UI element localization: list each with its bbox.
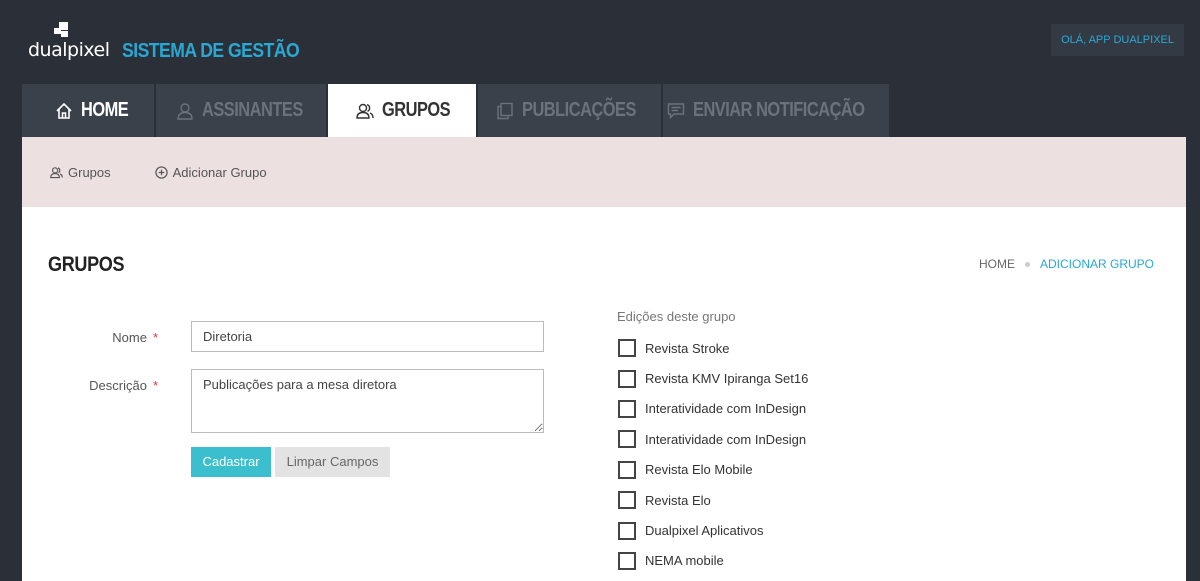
subnav-grupos-label: Grupos — [68, 164, 111, 180]
edition-checkbox[interactable] — [618, 521, 636, 540]
sub-navigation: Grupos Adicionar Grupo — [22, 137, 1186, 207]
logo-text: dualpixel — [28, 39, 110, 61]
user-menu-button[interactable]: OLÁ, APP DUALPIXEL — [1051, 24, 1184, 56]
edition-item[interactable]: Dualpixel Aplicativos — [618, 515, 808, 545]
edition-item[interactable]: NEMA mobile — [618, 546, 808, 576]
edition-checkbox[interactable] — [618, 369, 636, 388]
breadcrumb-separator — [1024, 261, 1030, 267]
breadcrumb: HOME ADICIONAR GRUPO — [979, 257, 1154, 271]
message-icon — [668, 102, 685, 119]
tab-home-label: HOME — [81, 99, 129, 121]
edition-label: Revista Stroke — [645, 340, 730, 356]
description-label: Descrição * — [38, 378, 158, 393]
tab-enviar-notificacao[interactable]: ENVIAR NOTIFICAÇÃO — [663, 84, 889, 137]
editions-list: Revista Stroke Revista KMV Ipiranga Set1… — [618, 333, 808, 581]
edition-label: Interatividade com InDesign — [645, 431, 807, 447]
users-icon — [50, 166, 63, 178]
dualpixel-logo[interactable]: dualpixel — [28, 22, 110, 62]
edition-checkbox[interactable] — [618, 399, 636, 418]
name-label-text: Nome — [112, 330, 147, 345]
plus-circle-icon — [154, 165, 168, 179]
breadcrumb-home[interactable]: HOME — [979, 257, 1015, 271]
user-icon — [176, 102, 193, 120]
subnav-grupos[interactable]: Grupos — [50, 165, 111, 180]
description-label-text: Descrição — [89, 378, 147, 393]
edition-checkbox[interactable] — [618, 491, 636, 510]
copy-icon — [497, 102, 513, 119]
description-input[interactable]: Publicações para a mesa diretora — [191, 369, 544, 433]
edition-label: NEMA mobile — [645, 553, 724, 569]
main-tabs: HOME ASSINANTES GRUPOS PUBLICAÇÕES ENVIA… — [22, 84, 889, 137]
edition-label: Revista Elo — [645, 492, 711, 508]
name-input[interactable] — [191, 321, 544, 352]
edition-item[interactable]: Interatividade com InDesign — [618, 394, 808, 424]
required-mark: * — [152, 378, 158, 393]
users-icon — [356, 103, 375, 119]
tab-grupos-label: GRUPOS — [382, 99, 451, 121]
edition-item[interactable]: Revista KMV Ipiranga Set16 — [618, 363, 808, 393]
breadcrumb-current: ADICIONAR GRUPO — [1039, 257, 1154, 271]
edition-checkbox[interactable] — [618, 551, 636, 570]
page-title: GRUPOS — [48, 253, 125, 276]
edition-item[interactable]: Revista Stroke — [618, 333, 808, 363]
edition-label: Revista KMV Ipiranga Set16 — [645, 371, 809, 387]
content-panel: Grupos Adicionar Grupo GRUPOS HOME ADICI… — [22, 137, 1186, 581]
edition-checkbox[interactable] — [618, 430, 636, 449]
tab-assinantes-label: ASSINANTES — [201, 99, 303, 121]
edition-label: Revista Elo Mobile — [645, 462, 753, 478]
tab-publicacoes[interactable]: PUBLICAÇÕES — [478, 84, 661, 137]
name-label: Nome * — [38, 330, 158, 345]
home-icon — [56, 102, 72, 119]
tab-home[interactable]: HOME — [22, 84, 154, 137]
tab-assinantes[interactable]: ASSINANTES — [156, 84, 326, 137]
edition-label: Interatividade com InDesign — [645, 401, 807, 417]
tab-publicacoes-label: PUBLICAÇÕES — [522, 99, 636, 121]
tab-grupos[interactable]: GRUPOS — [328, 84, 476, 137]
clear-fields-button[interactable]: Limpar Campos — [275, 447, 390, 477]
submit-button[interactable]: Cadastrar — [191, 447, 271, 477]
edition-item[interactable]: Interatividade com InDesign — [618, 424, 808, 454]
edition-checkbox[interactable] — [618, 339, 636, 358]
edition-item[interactable]: Revista Elo Mobile — [618, 455, 808, 485]
tab-enviar-notificacao-label: ENVIAR NOTIFICAÇÃO — [693, 99, 865, 121]
edition-item[interactable] — [618, 576, 808, 581]
required-mark: * — [152, 330, 158, 345]
edition-checkbox[interactable] — [618, 460, 636, 479]
app-title: SISTEMA DE GESTÃO — [122, 40, 300, 62]
subnav-adicionar-grupo-label: Adicionar Grupo — [172, 164, 267, 180]
subnav-adicionar-grupo[interactable]: Adicionar Grupo — [154, 164, 267, 180]
edition-label: Dualpixel Aplicativos — [645, 523, 764, 539]
edition-item[interactable]: Revista Elo — [618, 485, 808, 515]
editions-title: Edições deste grupo — [617, 309, 736, 324]
logo-mark-icon — [54, 22, 68, 38]
